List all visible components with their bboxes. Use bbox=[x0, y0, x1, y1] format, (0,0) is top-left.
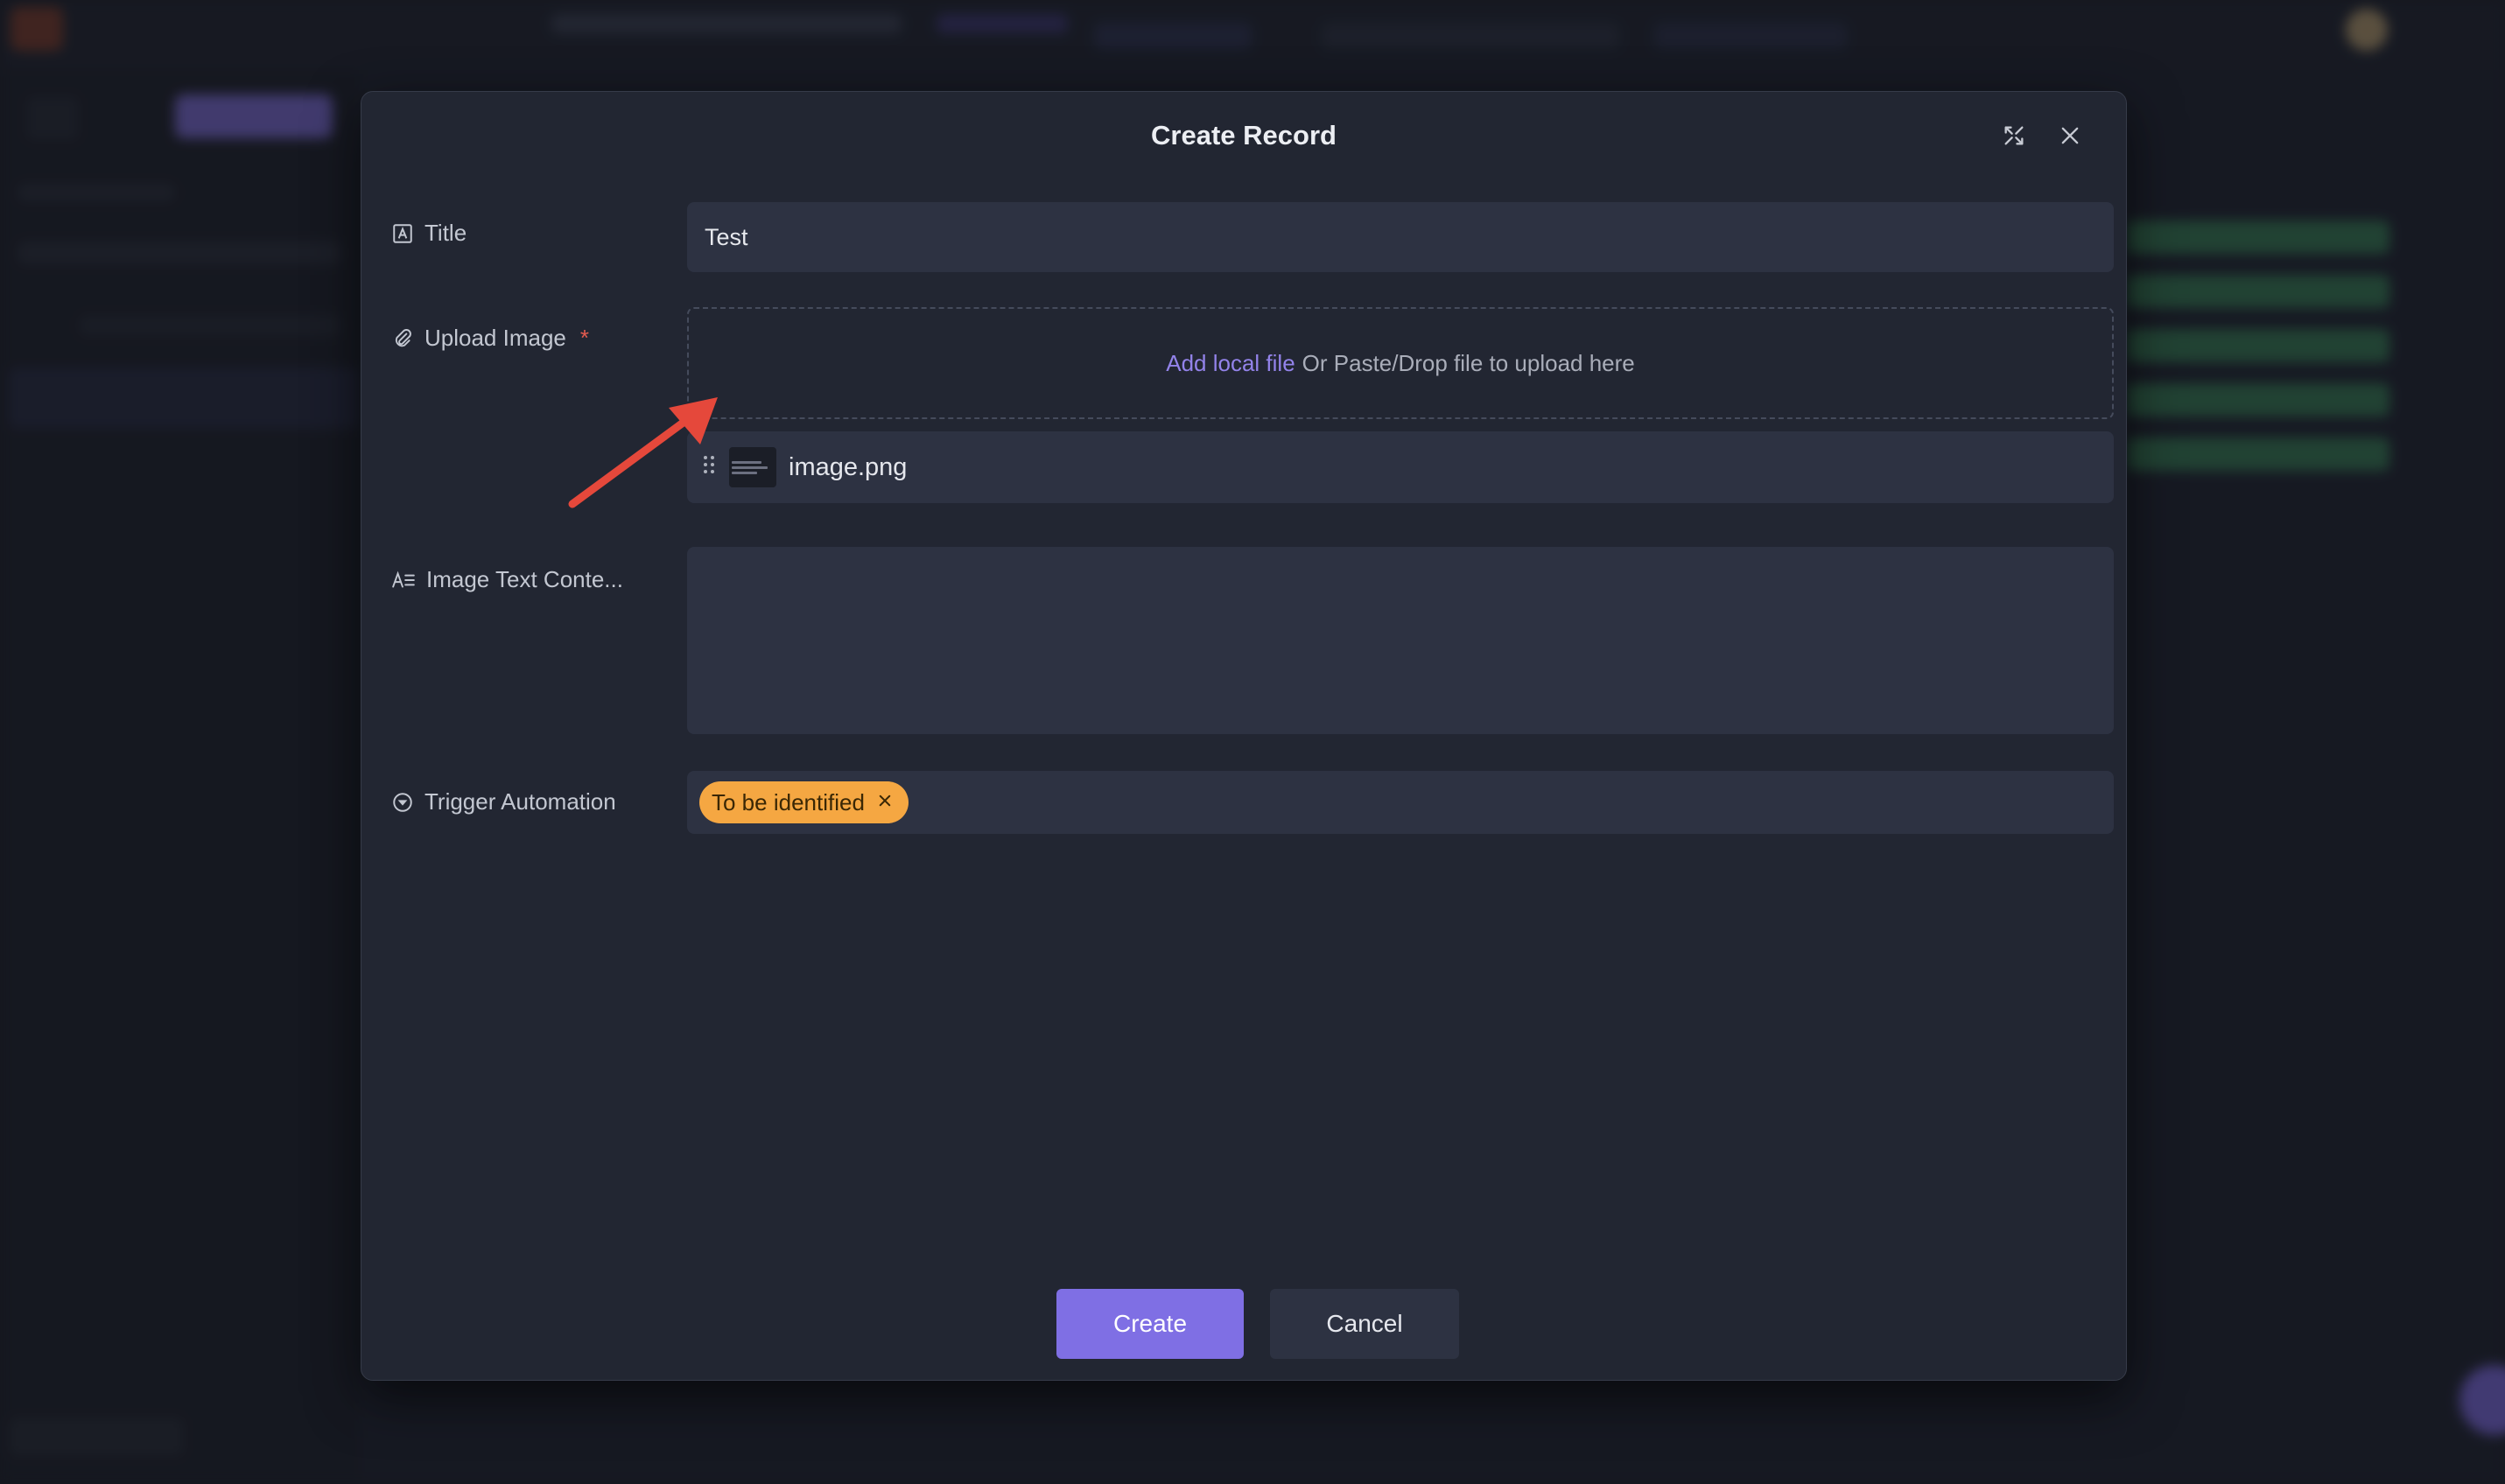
file-thumbnail[interactable] bbox=[729, 447, 776, 487]
tag-label: To be identified bbox=[712, 788, 865, 816]
upload-image-label-text: Upload Image bbox=[425, 325, 566, 351]
title-label-text: Title bbox=[425, 220, 467, 246]
trigger-automation-select[interactable]: To be identified bbox=[687, 771, 2114, 834]
title-field-label: Title bbox=[391, 220, 467, 247]
required-marker: * bbox=[579, 325, 590, 351]
title-input-value: Test bbox=[705, 223, 748, 250]
image-text-content-field-label: Image Text Conte... bbox=[391, 566, 623, 593]
paperclip-icon bbox=[395, 328, 411, 346]
file-name[interactable]: image.png bbox=[789, 453, 907, 482]
create-record-dialog: Create Record Title Test Upload Image * A… bbox=[361, 91, 2127, 1381]
uploaded-file-item[interactable]: image.png bbox=[687, 431, 2114, 503]
drop-hint-text: Or Paste/Drop file to upload here bbox=[1302, 349, 1635, 376]
create-button[interactable]: Create bbox=[1056, 1289, 1244, 1359]
dialog-title: Create Record bbox=[1151, 120, 1337, 150]
trigger-automation-label-text: Trigger Automation bbox=[425, 788, 616, 815]
trigger-automation-field-label: Trigger Automation bbox=[391, 788, 616, 816]
upload-dropzone[interactable]: Add local file Or Paste/Drop file to upl… bbox=[687, 307, 2114, 419]
tag-remove-icon[interactable] bbox=[877, 790, 893, 815]
title-input[interactable]: Test bbox=[687, 202, 2114, 272]
upload-image-field-label: Upload Image * bbox=[391, 325, 589, 352]
selected-option-tag: To be identified bbox=[699, 781, 909, 823]
image-text-content-label-text: Image Text Conte... bbox=[426, 566, 623, 592]
close-icon[interactable] bbox=[2052, 118, 2088, 153]
long-text-icon bbox=[392, 570, 415, 588]
single-select-icon bbox=[393, 792, 412, 812]
expand-icon[interactable] bbox=[1996, 118, 2031, 153]
annotation-arrow bbox=[568, 397, 718, 508]
image-text-content-textarea[interactable] bbox=[687, 547, 2114, 734]
cancel-button[interactable]: Cancel bbox=[1270, 1289, 1459, 1359]
text-field-icon bbox=[393, 223, 412, 243]
add-local-file-link[interactable]: Add local file bbox=[1166, 350, 1295, 377]
